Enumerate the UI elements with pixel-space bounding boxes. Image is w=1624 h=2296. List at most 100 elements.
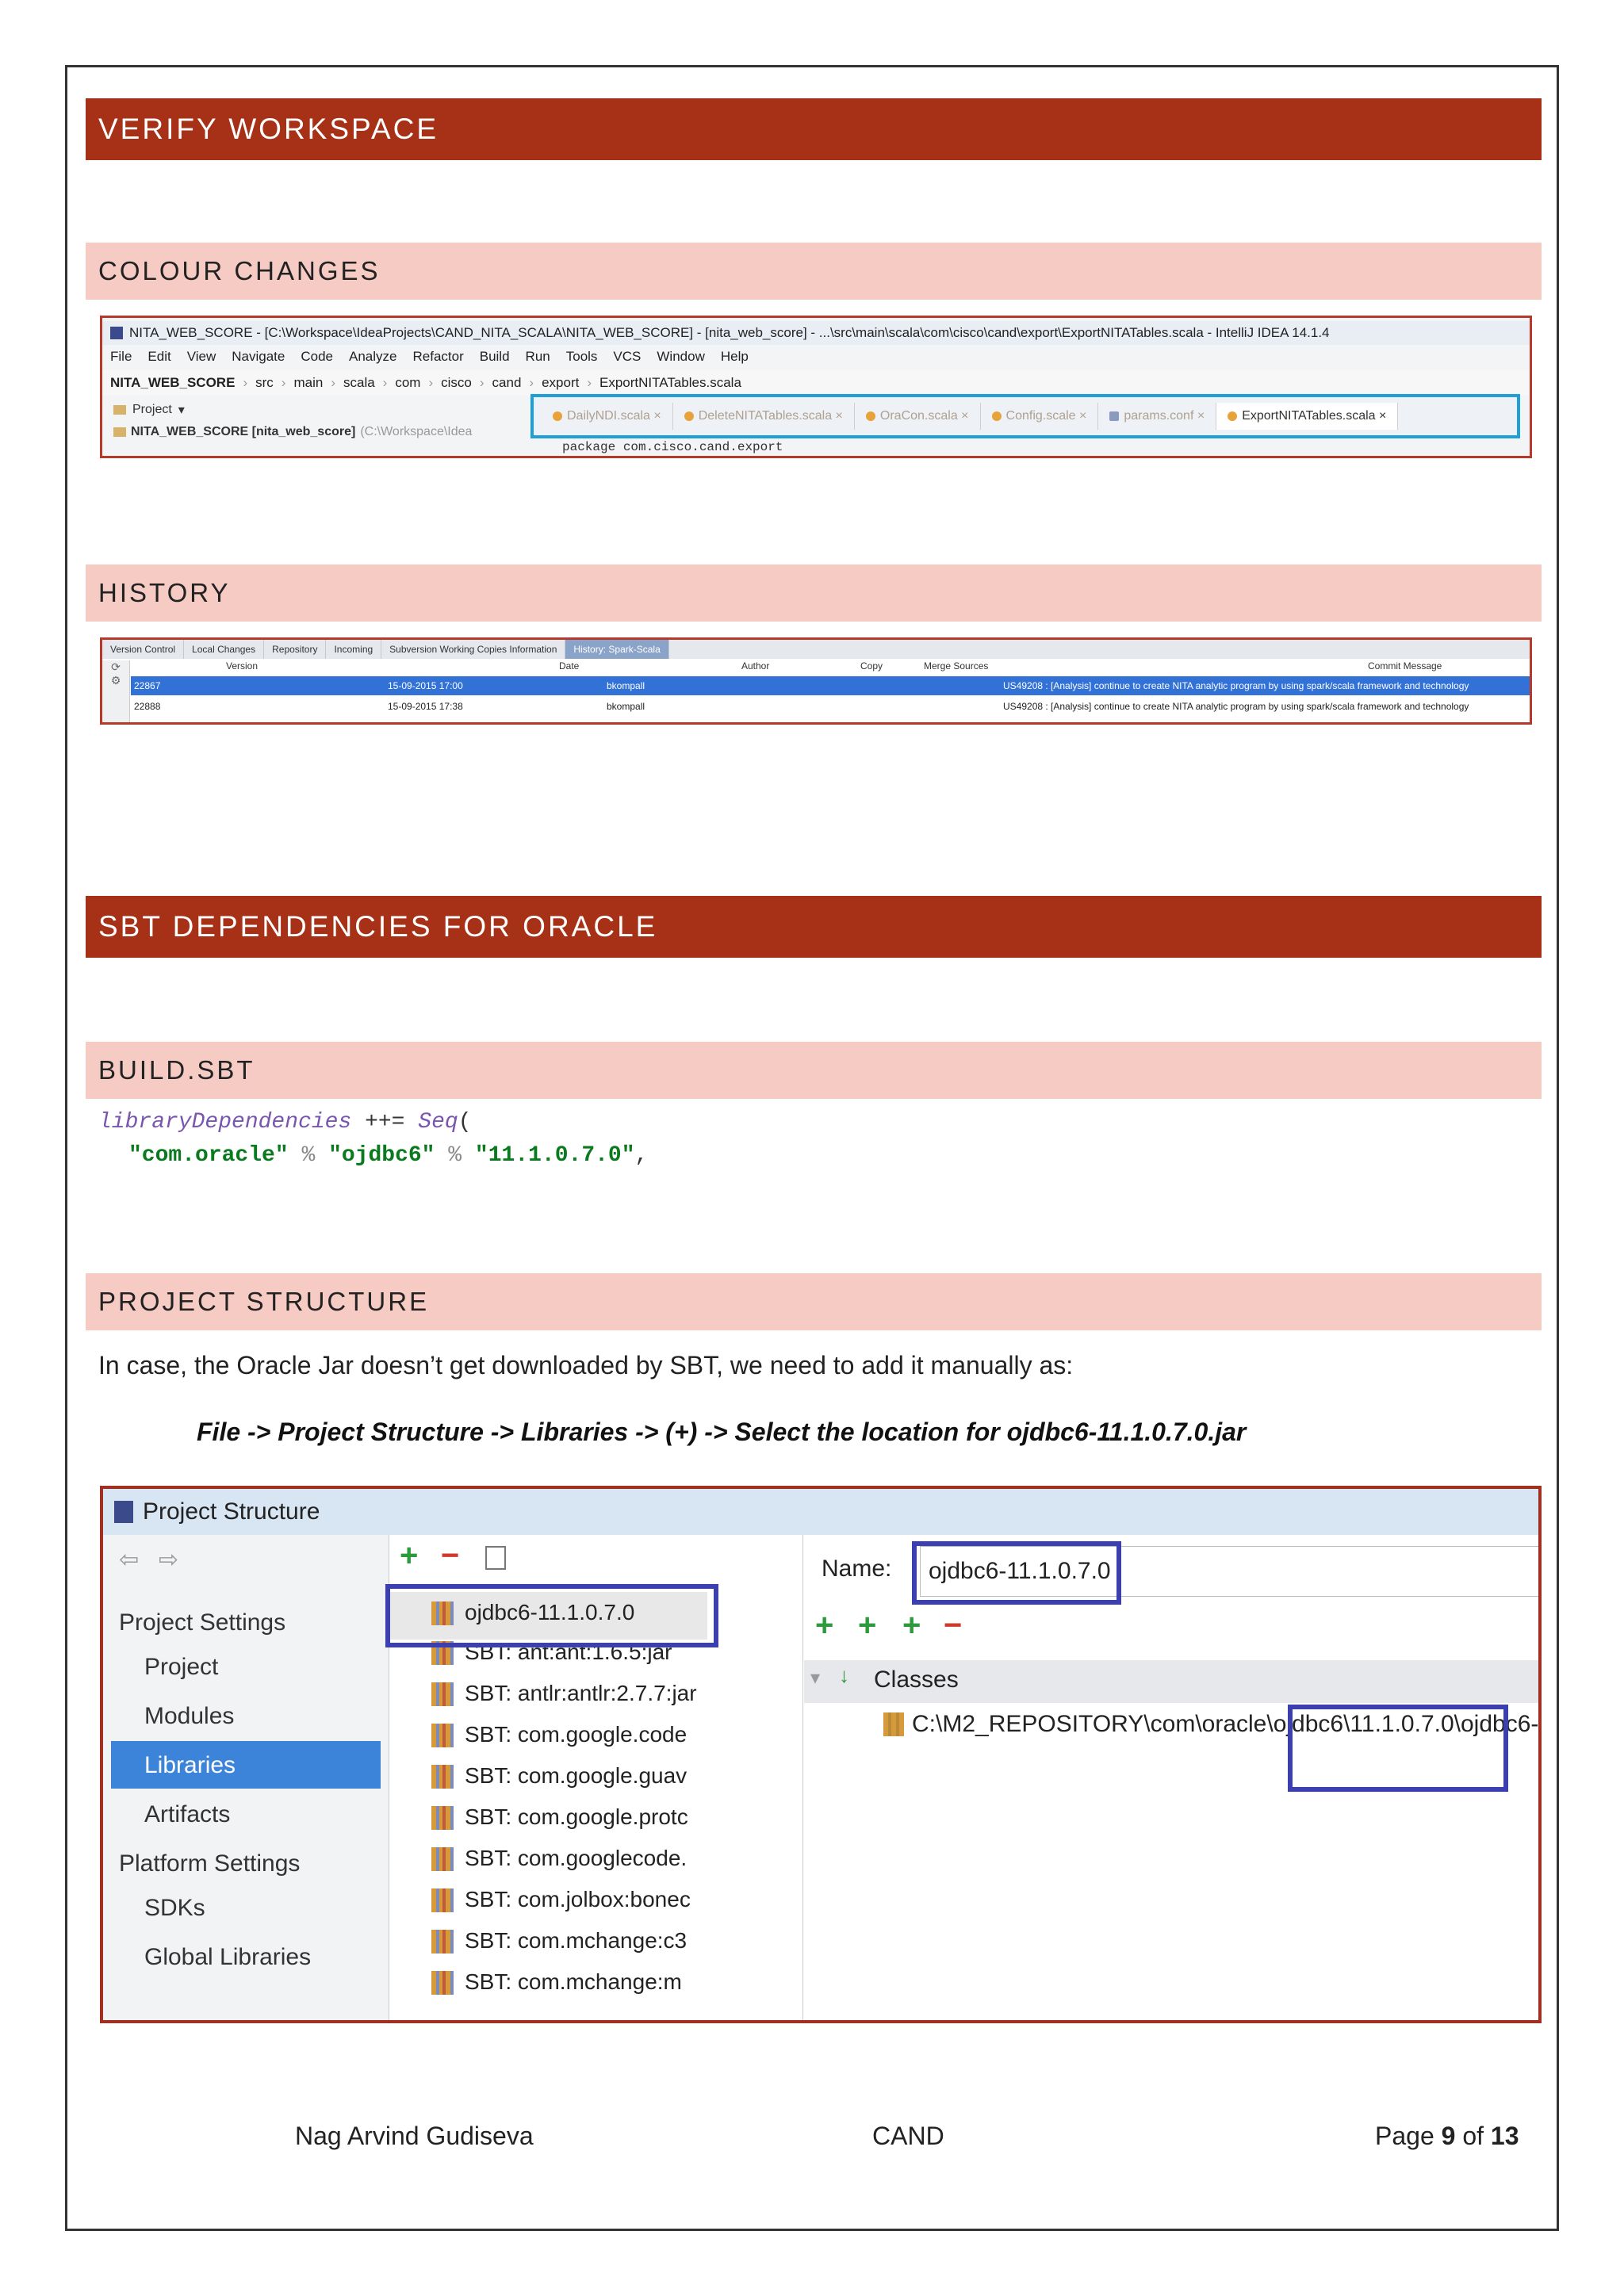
code-version: "11.1.0.7.0" xyxy=(474,1143,635,1168)
col-date[interactable]: Date xyxy=(559,660,579,672)
tab-label: Config.scale xyxy=(1005,409,1076,423)
sidebar-item-libraries[interactable]: Libraries xyxy=(144,1752,236,1779)
ps-title: Project Structure xyxy=(143,1498,320,1525)
tab-repository[interactable]: Repository xyxy=(264,640,327,659)
menu-edit[interactable]: Edit xyxy=(147,349,170,365)
menu-analyze[interactable]: Analyze xyxy=(349,349,396,365)
sidebar-item-modules[interactable]: Modules xyxy=(144,1703,234,1730)
tab-svn-working-copies[interactable]: Subversion Working Copies Information xyxy=(381,640,566,659)
close-icon[interactable]: × xyxy=(1197,409,1205,423)
library-item[interactable]: SBT: antlr:antlr:2.7.7:jar xyxy=(465,1681,697,1706)
col-version[interactable]: Version xyxy=(226,660,258,672)
close-icon[interactable]: × xyxy=(1379,409,1386,423)
library-icon xyxy=(431,1806,454,1830)
menu-run[interactable]: Run xyxy=(526,349,550,365)
row-author: bkompall xyxy=(607,680,645,691)
menu-view[interactable]: View xyxy=(187,349,216,365)
breadcrumb-com[interactable]: com xyxy=(395,375,420,391)
tab-label: DeleteNITATables.scala xyxy=(698,409,833,423)
library-item[interactable]: SBT: com.google.guav xyxy=(465,1763,687,1789)
menu-navigate[interactable]: Navigate xyxy=(232,349,285,365)
forward-arrow-icon[interactable]: ⇨ xyxy=(159,1546,178,1574)
add-icon[interactable]: + xyxy=(400,1538,418,1574)
library-item[interactable]: SBT: com.google.protc xyxy=(465,1804,688,1830)
library-item[interactable]: SBT: com.mchange:c3 xyxy=(465,1928,687,1954)
menu-help[interactable]: Help xyxy=(721,349,749,365)
row-message: US49208 : [Analysis] continue to create … xyxy=(1003,680,1469,691)
sidebar-item-global-libraries[interactable]: Global Libraries xyxy=(144,1944,311,1971)
close-icon[interactable]: × xyxy=(653,409,661,423)
col-merge-sources[interactable]: Merge Sources xyxy=(924,660,988,672)
breadcrumb-cisco[interactable]: cisco xyxy=(441,375,472,391)
breadcrumb-file[interactable]: ExportNITATables.scala xyxy=(599,375,741,391)
tab-version-control[interactable]: Version Control xyxy=(102,640,185,659)
tab-config[interactable]: Config.scale × xyxy=(981,403,1099,430)
ps-title-bar: Project Structure xyxy=(103,1489,1538,1535)
tab-oracon[interactable]: OraCon.scala × xyxy=(855,403,981,430)
menu-code[interactable]: Code xyxy=(301,349,333,365)
menu-refactor[interactable]: Refactor xyxy=(412,349,463,365)
add-jar-icon[interactable]: + xyxy=(858,1608,876,1644)
col-author[interactable]: Author xyxy=(741,660,769,672)
library-icon xyxy=(431,1765,454,1789)
tab-dailyndi[interactable]: DailyNDI.scala × xyxy=(542,403,673,430)
add-url-icon[interactable]: + xyxy=(902,1608,921,1644)
code-comma: , xyxy=(634,1143,649,1168)
tab-history[interactable]: History: Spark-Scala xyxy=(565,640,669,659)
library-item[interactable]: SBT: com.googlecode. xyxy=(465,1846,687,1871)
tab-exportnitatables[interactable]: ExportNITATables.scala × xyxy=(1216,403,1399,430)
breadcrumb-src[interactable]: src xyxy=(255,375,274,391)
library-item[interactable]: SBT: com.jolbox:bonec xyxy=(465,1887,691,1912)
copy-icon[interactable] xyxy=(485,1546,506,1570)
add-classes-icon[interactable]: + xyxy=(815,1608,833,1644)
table-row[interactable]: 22867 15-09-2015 17:00 bkompall US49208 … xyxy=(131,676,1530,695)
project-tree-path: (C:\Workspace\Idea xyxy=(360,425,473,438)
chevron-right-icon: › xyxy=(382,375,388,390)
menu-tools[interactable]: Tools xyxy=(566,349,598,365)
project-tree-item[interactable]: NITA_WEB_SCORE [nita_web_score] xyxy=(131,425,355,439)
close-icon[interactable]: × xyxy=(836,409,843,423)
sidebar-item-artifacts[interactable]: Artifacts xyxy=(144,1801,230,1828)
breadcrumb-project[interactable]: NITA_WEB_SCORE xyxy=(110,375,235,391)
library-item[interactable]: SBT: com.mchange:m xyxy=(465,1969,682,1995)
sidebar-item-project[interactable]: Project xyxy=(144,1654,218,1681)
remove-root-icon[interactable]: − xyxy=(944,1608,962,1644)
jar-icon xyxy=(883,1712,904,1736)
menu-window[interactable]: Window xyxy=(657,349,704,365)
project-panel: Project ▾ NITA_WEB_SCORE [nita_web_score… xyxy=(113,399,526,446)
group-platform-settings: Platform Settings xyxy=(119,1850,301,1877)
heading-project-structure: PROJECT STRUCTURE xyxy=(86,1273,1542,1330)
expand-arrow-icon[interactable]: ▾ xyxy=(810,1667,820,1689)
close-icon[interactable]: × xyxy=(1079,409,1086,423)
classes-label: Classes xyxy=(874,1667,959,1693)
tab-incoming[interactable]: Incoming xyxy=(326,640,382,659)
settings-icon[interactable]: ⚙ xyxy=(102,674,129,687)
tab-local-changes[interactable]: Local Changes xyxy=(184,640,265,659)
breadcrumb-export[interactable]: export xyxy=(542,375,579,391)
chevron-right-icon: › xyxy=(529,375,534,390)
row-author: bkompall xyxy=(607,701,645,712)
breadcrumb-main[interactable]: main xyxy=(293,375,323,391)
heading-build-sbt: BUILD.SBT xyxy=(86,1042,1542,1099)
library-item[interactable]: SBT: com.google.code xyxy=(465,1722,687,1747)
close-icon[interactable]: × xyxy=(961,409,968,423)
breadcrumb-cand[interactable]: cand xyxy=(492,375,522,391)
menu-build[interactable]: Build xyxy=(480,349,510,365)
table-row[interactable]: 22888 15-09-2015 17:38 bkompall US49208 … xyxy=(131,697,1530,716)
tab-params[interactable]: params.conf × xyxy=(1098,403,1217,430)
history-header: Version Date Author Copy Merge Sources C… xyxy=(131,660,1530,675)
remove-icon[interactable]: − xyxy=(441,1538,459,1574)
back-arrow-icon[interactable]: ⇦ xyxy=(119,1546,139,1574)
menu-file[interactable]: File xyxy=(110,349,132,365)
chevron-down-icon[interactable]: ▾ xyxy=(178,402,185,418)
col-copy[interactable]: Copy xyxy=(860,660,883,672)
chevron-right-icon: › xyxy=(587,375,592,390)
refresh-icon[interactable]: ⟳ xyxy=(102,660,129,674)
col-commit-message[interactable]: Commit Message xyxy=(1368,660,1442,672)
tab-deletenitatables[interactable]: DeleteNITATables.scala × xyxy=(673,403,855,430)
project-view-dropdown[interactable]: Project xyxy=(132,403,172,417)
menu-vcs[interactable]: VCS xyxy=(613,349,641,365)
sidebar-item-sdks[interactable]: SDKs xyxy=(144,1895,205,1922)
breadcrumb-scala[interactable]: scala xyxy=(343,375,375,391)
chevron-right-icon: › xyxy=(331,375,335,390)
